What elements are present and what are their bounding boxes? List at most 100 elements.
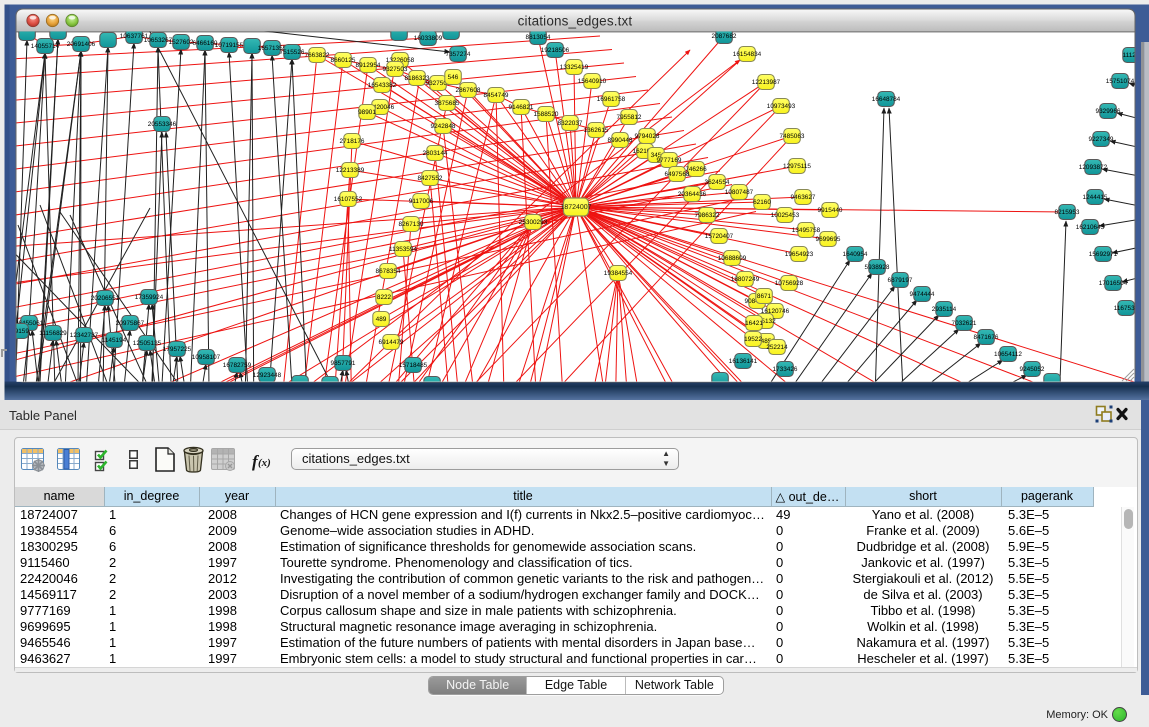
svg-text:10973493: 10973493 (767, 103, 796, 110)
svg-text:98901: 98901 (358, 109, 376, 116)
svg-text:9857791: 9857791 (331, 360, 356, 367)
svg-text:13495758: 13495758 (792, 227, 821, 234)
svg-text:8471676: 8471676 (974, 334, 999, 341)
svg-text:1527602: 1527602 (169, 39, 194, 46)
svg-text:9329966: 9329966 (1096, 108, 1121, 115)
svg-text:12923448: 12923448 (253, 372, 282, 379)
svg-text:1145194: 1145194 (102, 337, 127, 344)
svg-text:12505135: 12505135 (133, 340, 162, 347)
svg-text:18724007: 18724007 (560, 204, 591, 211)
svg-text:14055714: 14055714 (31, 43, 60, 50)
svg-text:3624554: 3624554 (705, 179, 730, 186)
svg-text:8454749: 8454749 (484, 92, 509, 99)
svg-text:10025453: 10025453 (771, 212, 800, 219)
svg-text:8671: 8671 (757, 293, 772, 300)
svg-text:8990448: 8990448 (608, 137, 633, 144)
svg-text:25300293: 25300293 (519, 219, 548, 226)
svg-text:16421: 16421 (745, 320, 763, 327)
svg-text:20553346: 20553346 (148, 121, 177, 128)
svg-text:9117006: 9117006 (409, 198, 434, 205)
svg-text:12342737: 12342737 (70, 332, 99, 339)
svg-text:2087682: 2087682 (712, 33, 737, 40)
svg-text:2803144: 2803144 (423, 150, 448, 157)
svg-text:62160: 62160 (753, 199, 771, 206)
svg-text:16136141: 16136141 (729, 358, 758, 365)
svg-text:citations_edges.txt: citations_edges.txt (518, 14, 633, 29)
svg-text:252214: 252214 (766, 344, 788, 351)
svg-text:1362615: 1362615 (584, 127, 609, 134)
svg-text:7663822: 7663822 (305, 52, 330, 59)
svg-text:20364436: 20364436 (678, 191, 707, 198)
svg-text:9474444: 9474444 (910, 291, 935, 298)
svg-text:2935114: 2935114 (932, 306, 957, 313)
svg-text:9227349: 9227349 (1089, 136, 1114, 143)
svg-text:20206551: 20206551 (91, 295, 120, 302)
svg-text:20691406: 20691406 (67, 41, 96, 48)
svg-text:10958107: 10958107 (192, 354, 221, 361)
svg-text:8267130: 8267130 (399, 221, 424, 228)
svg-text:7955812: 7955812 (617, 114, 642, 121)
svg-text:19522: 19522 (744, 336, 762, 343)
svg-text:9794028: 9794028 (635, 133, 660, 140)
svg-text:7357274: 7357274 (446, 51, 471, 58)
svg-text:13325419: 13325419 (560, 64, 589, 71)
svg-text:8660125: 8660125 (331, 57, 356, 64)
svg-text:12975115: 12975115 (783, 163, 811, 170)
svg-text:3875685: 3875685 (435, 100, 460, 107)
svg-text:5938928: 5938928 (865, 264, 890, 271)
svg-text:16210643: 16210643 (1076, 224, 1105, 231)
svg-text:12093872: 12093872 (1079, 164, 1108, 171)
svg-text:9699695: 9699695 (816, 236, 841, 243)
svg-text:489: 489 (376, 316, 387, 323)
svg-text:1588520: 1588520 (534, 111, 559, 118)
svg-text:1244415: 1244415 (1083, 194, 1108, 201)
svg-text:17016504: 17016504 (1099, 280, 1128, 287)
svg-text:8912954: 8912954 (356, 62, 381, 69)
svg-text:546: 546 (448, 74, 459, 81)
svg-text:11353594: 11353594 (389, 246, 417, 253)
svg-text:6497568: 6497568 (665, 171, 690, 178)
svg-text:9777169: 9777169 (657, 157, 682, 164)
svg-text:7032621: 7032621 (952, 320, 977, 327)
svg-text:7485063: 7485063 (780, 133, 805, 140)
svg-text:2867608: 2867608 (456, 87, 481, 94)
svg-text:8813054: 8813054 (526, 34, 551, 41)
svg-text:16107552: 16107552 (334, 196, 363, 203)
svg-text:7986322: 7986322 (695, 212, 720, 219)
svg-text:17957225: 17957225 (163, 346, 192, 353)
svg-text:16648784: 16648784 (872, 96, 901, 103)
svg-text:6914479: 6914479 (379, 339, 404, 346)
svg-text:8427552: 8427552 (418, 175, 443, 182)
svg-text:18807249: 18807249 (731, 276, 760, 283)
svg-text:1733426: 1733426 (773, 366, 798, 373)
svg-text:19654923: 19654923 (785, 251, 814, 258)
svg-text:8215953: 8215953 (1055, 209, 1080, 216)
svg-text:10719155: 10719155 (215, 42, 244, 49)
svg-text:9242848: 9242848 (431, 123, 456, 130)
svg-text:19218506: 19218506 (541, 47, 570, 54)
svg-text:8186323: 8186323 (405, 75, 430, 82)
svg-text:11156829: 11156829 (39, 330, 67, 337)
svg-text:9915440: 9915440 (818, 207, 843, 214)
svg-text:17359924: 17359924 (135, 294, 164, 301)
svg-text:9327503: 9327503 (383, 66, 408, 73)
svg-text:9146821: 9146821 (509, 104, 534, 111)
svg-text:9463627: 9463627 (791, 194, 816, 201)
svg-text:12213987: 12213987 (752, 79, 781, 86)
svg-text:12213389: 12213389 (336, 167, 365, 174)
svg-text:8678354: 8678354 (376, 268, 401, 275)
svg-text:16543382: 16543382 (368, 82, 397, 89)
svg-text:10807487: 10807487 (725, 189, 754, 196)
svg-text:8322037: 8322037 (558, 120, 583, 127)
svg-text:9245052: 9245052 (1020, 366, 1045, 373)
svg-text:2718176: 2718176 (340, 138, 365, 145)
svg-text:16782759: 16782759 (223, 362, 252, 369)
svg-text:8222: 8222 (377, 294, 392, 301)
svg-text:1640954: 1640954 (843, 251, 868, 258)
svg-text:(x): (x) (258, 457, 271, 469)
svg-text:15751074: 15751074 (1106, 78, 1135, 85)
svg-text:20975867: 20975867 (116, 320, 145, 327)
svg-text:15692971: 15692971 (1089, 251, 1118, 258)
svg-text:16033809: 16033809 (414, 35, 443, 42)
svg-text:15720407: 15720407 (705, 233, 734, 240)
